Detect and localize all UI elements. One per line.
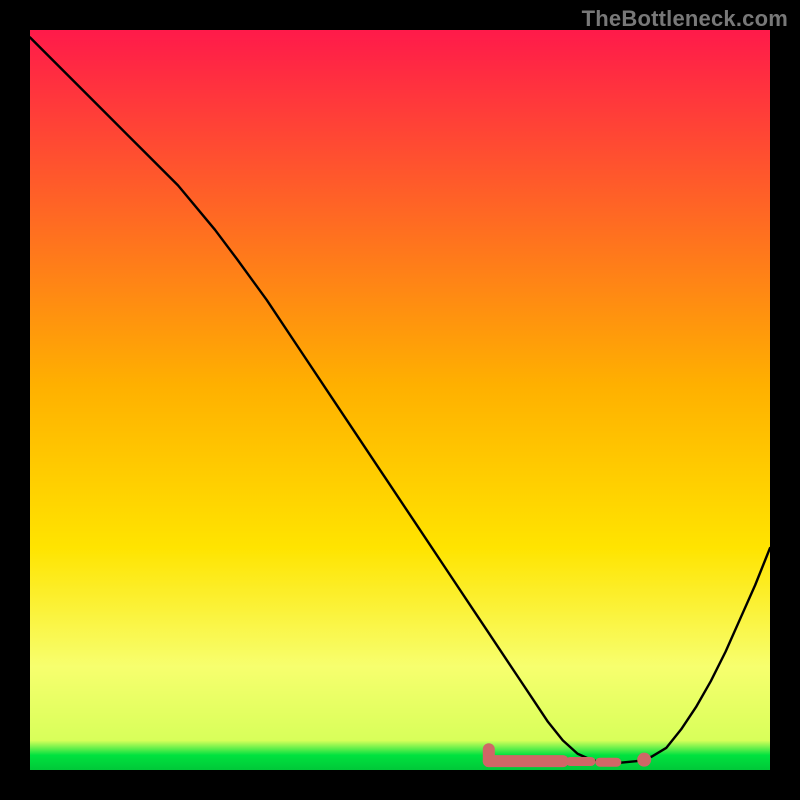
heat-gradient bbox=[30, 30, 770, 770]
chart-area bbox=[30, 30, 770, 770]
app-frame: TheBottleneck.com bbox=[0, 0, 800, 800]
marker-dot bbox=[637, 753, 651, 767]
watermark-text: TheBottleneck.com bbox=[582, 6, 788, 32]
bottleneck-chart bbox=[30, 30, 770, 770]
